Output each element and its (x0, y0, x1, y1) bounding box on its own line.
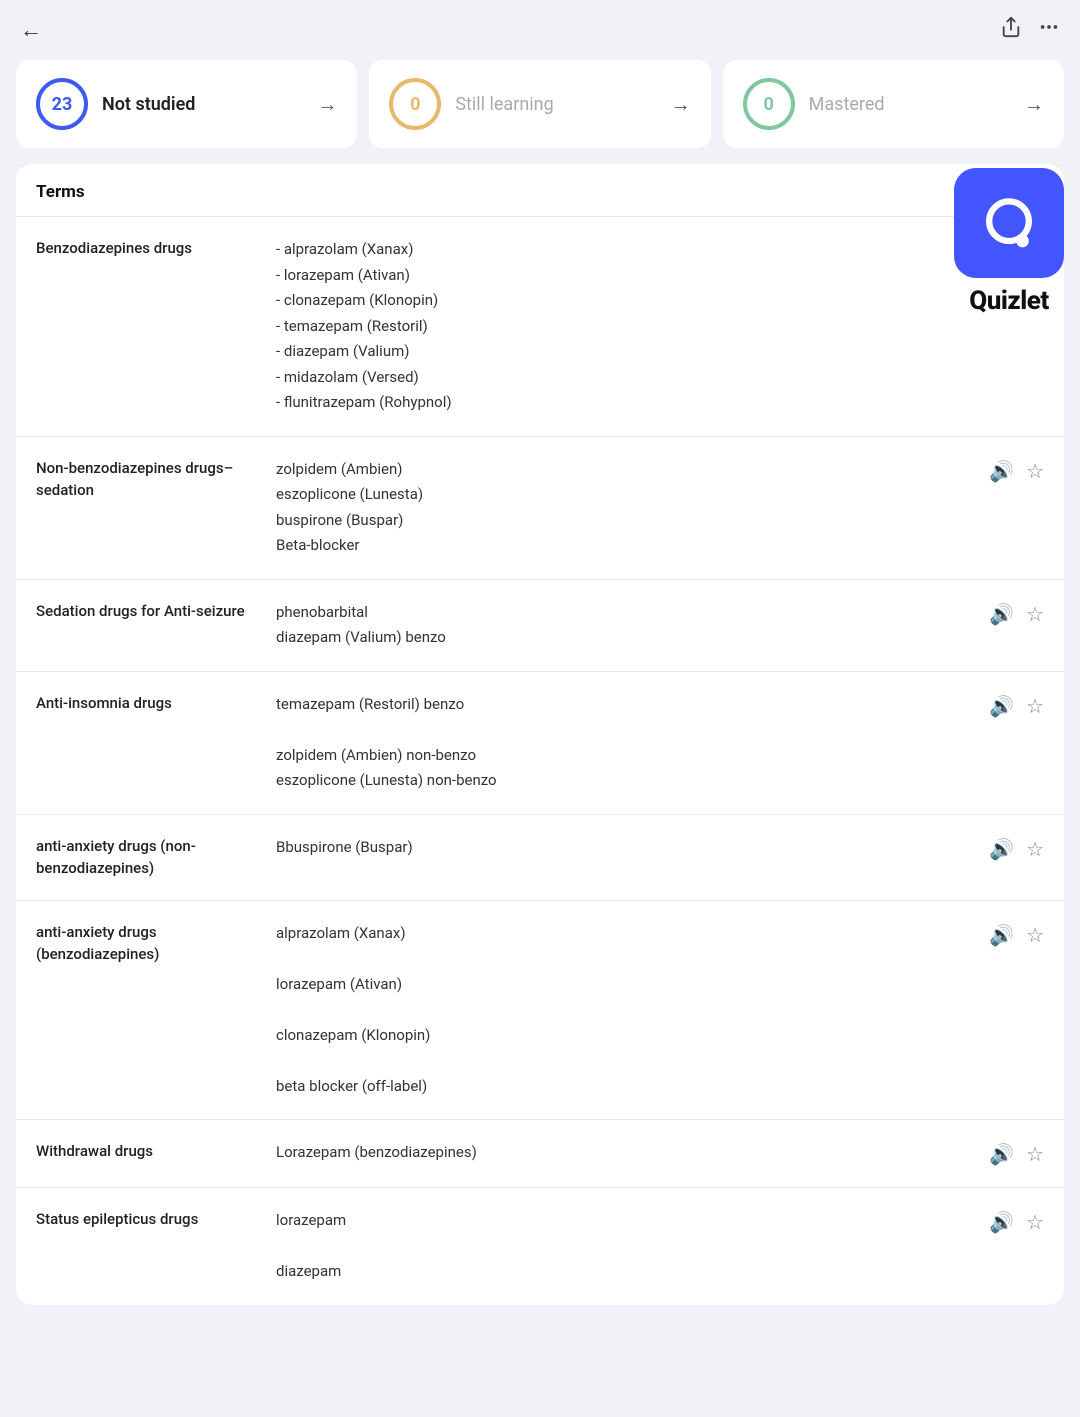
term-actions: 🔊 ☆ (989, 600, 1044, 627)
audio-button[interactable]: 🔊 (989, 694, 1014, 719)
mastered-label: Mastered (809, 94, 1010, 115)
table-row: Withdrawal drugs Lorazepam (benzodiazepi… (16, 1120, 1064, 1188)
term-name: anti-anxiety drugs (benzodiazepines) (36, 921, 256, 966)
mastered-card[interactable]: 0 Mastered → (723, 60, 1064, 148)
not-studied-badge: 23 (36, 78, 88, 130)
status-cards: 23 Not studied → 0 Still learning → 0 Ma… (0, 60, 1080, 164)
quizlet-logo (954, 168, 1064, 278)
still-learning-badge: 0 (389, 78, 441, 130)
mastered-badge: 0 (743, 78, 795, 130)
term-actions: 🔊 ☆ (989, 457, 1044, 484)
term-name: Withdrawal drugs (36, 1140, 256, 1163)
term-name: Anti-insomnia drugs (36, 692, 256, 715)
term-definition: phenobarbital diazepam (Valium) benzo (276, 600, 969, 651)
table-row: anti-anxiety drugs (benzodiazepines) alp… (16, 901, 1064, 1121)
table-row: Status epilepticus drugs lorazepam diaze… (16, 1188, 1064, 1305)
term-name: Benzodiazepines drugs (36, 237, 256, 260)
not-studied-card[interactable]: 23 Not studied → (16, 60, 357, 148)
top-bar-right (1000, 16, 1060, 44)
table-row: Benzodiazepines drugs - alprazolam (Xana… (16, 217, 1064, 437)
star-button[interactable]: ☆ (1026, 923, 1044, 948)
quizlet-logo-area: Quizlet (954, 168, 1064, 316)
star-button[interactable]: ☆ (1026, 602, 1044, 627)
star-button[interactable]: ☆ (1026, 1142, 1044, 1167)
table-row: anti-anxiety drugs (non-benzodiazepines)… (16, 815, 1064, 901)
audio-button[interactable]: 🔊 (989, 459, 1014, 484)
terms-header-label: Terms (36, 182, 85, 202)
term-actions: 🔊 ☆ (989, 835, 1044, 862)
terms-header: Terms (16, 164, 1064, 217)
term-actions: 🔊 ☆ (989, 692, 1044, 719)
term-definition: alprazolam (Xanax) lorazepam (Ativan) cl… (276, 921, 969, 1100)
table-row: Non-benzodiazepines drugs–sedation zolpi… (16, 437, 1064, 580)
not-studied-label: Not studied (102, 94, 303, 115)
terms-section: Terms Benzodiazepines drugs - alprazolam… (16, 164, 1064, 1305)
term-definition: Bbuspirone (Buspar) (276, 835, 969, 861)
term-definition: temazepam (Restoril) benzo zolpidem (Amb… (276, 692, 969, 794)
still-learning-card[interactable]: 0 Still learning → (369, 60, 710, 148)
not-studied-arrow: → (317, 92, 337, 117)
audio-button[interactable]: 🔊 (989, 1210, 1014, 1235)
term-name: Sedation drugs for Anti-seizure (36, 600, 256, 623)
term-name: Status epilepticus drugs (36, 1208, 256, 1231)
quizlet-wordmark: Quizlet (969, 286, 1048, 316)
term-definition: lorazepam diazepam (276, 1208, 969, 1285)
still-learning-label: Still learning (455, 94, 656, 115)
term-actions: 🔊 ☆ (989, 921, 1044, 948)
audio-button[interactable]: 🔊 (989, 923, 1014, 948)
term-definition: Lorazepam (benzodiazepines) (276, 1140, 969, 1166)
star-button[interactable]: ☆ (1026, 1210, 1044, 1235)
more-button[interactable] (1038, 16, 1060, 44)
mastered-arrow: → (1024, 92, 1044, 117)
term-name: Non-benzodiazepines drugs–sedation (36, 457, 256, 502)
audio-button[interactable]: 🔊 (989, 1142, 1014, 1167)
table-row: Sedation drugs for Anti-seizure phenobar… (16, 580, 1064, 672)
star-button[interactable]: ☆ (1026, 694, 1044, 719)
still-learning-arrow: → (671, 92, 691, 117)
term-actions: 🔊 ☆ (989, 1208, 1044, 1235)
audio-button[interactable]: 🔊 (989, 602, 1014, 627)
term-definition: - alprazolam (Xanax) - lorazepam (Ativan… (276, 237, 1044, 416)
term-actions: 🔊 ☆ (989, 1140, 1044, 1167)
table-row: Anti-insomnia drugs temazepam (Restoril)… (16, 672, 1064, 815)
back-button[interactable]: ← (20, 17, 42, 43)
star-button[interactable]: ☆ (1026, 837, 1044, 862)
share-button[interactable] (1000, 16, 1022, 44)
term-definition: zolpidem (Ambien) eszoplicone (Lunesta) … (276, 457, 969, 559)
audio-button[interactable]: 🔊 (989, 837, 1014, 862)
term-name: anti-anxiety drugs (non-benzodiazepines) (36, 835, 256, 880)
top-bar-left: ← (20, 17, 42, 43)
star-button[interactable]: ☆ (1026, 459, 1044, 484)
top-bar: ← (0, 0, 1080, 60)
